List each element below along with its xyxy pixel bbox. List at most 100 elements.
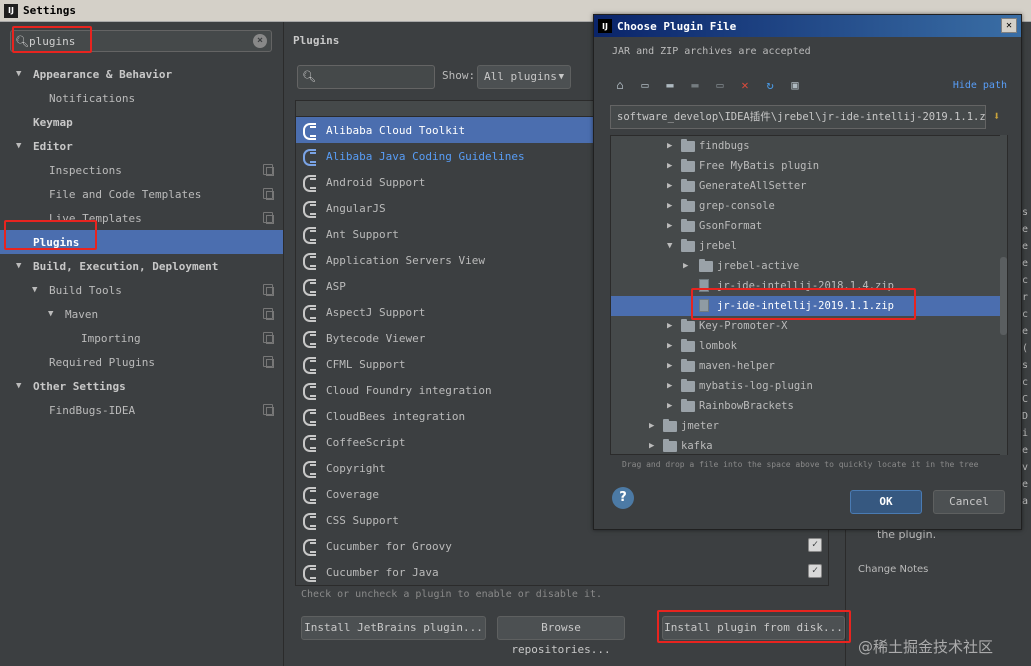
sidebar-item[interactable]: ▼ Appearance & Behavior	[0, 62, 283, 86]
show-hidden-icon[interactable]: ▣	[787, 77, 803, 93]
file-tree-folder[interactable]: ▶ mybatis-log-plugin	[611, 376, 1001, 396]
expand-arrow-icon[interactable]: ▼	[16, 69, 21, 79]
file-path-input[interactable]: software_develop\IDEA插件\jrebel\jr-ide-in…	[610, 105, 986, 129]
sidebar-item[interactable]: Importing	[0, 326, 283, 350]
project-icon[interactable]: ▬	[662, 77, 678, 93]
plugin-name: CFML Support	[326, 357, 406, 371]
home-icon[interactable]: ⌂	[612, 77, 628, 93]
sidebar-item-label: Editor	[33, 139, 73, 153]
plugin-name: CloudBees integration	[326, 409, 466, 423]
sidebar-item[interactable]: ▼ Maven	[0, 302, 283, 326]
expand-arrow-icon[interactable]: ▶	[649, 441, 654, 451]
plugin-name: ASP	[326, 279, 346, 293]
plugin-icon	[302, 564, 318, 582]
show-filter-value: All plugins	[484, 70, 557, 83]
file-tree-folder[interactable]: ▶ GsonFormat	[611, 216, 1001, 236]
drag-drop-hint: Drag and drop a file into the space abov…	[622, 460, 979, 469]
expand-arrow-icon[interactable]: ▶	[667, 221, 672, 231]
sidebar-item[interactable]: File and Code Templates	[0, 182, 283, 206]
expand-arrow-icon[interactable]: ▶	[667, 381, 672, 391]
desktop-icon[interactable]: ▭	[637, 77, 653, 93]
expand-arrow-icon[interactable]: ▼	[16, 141, 21, 151]
change-notes-label[interactable]: Change Notes	[858, 564, 928, 575]
dialog-title-bar: IJ Choose Plugin File ✕	[594, 15, 1021, 37]
project-settings-icon	[263, 284, 274, 296]
expand-arrow-icon[interactable]: ▼	[16, 261, 21, 271]
show-filter-select[interactable]: All plugins ▼	[477, 65, 571, 89]
sidebar-item[interactable]: ▼ Editor	[0, 134, 283, 158]
expand-arrow-icon[interactable]: ▶	[667, 401, 672, 411]
browse-repositories-button[interactable]: Browse repositories...	[497, 616, 625, 656]
plugin-row[interactable]: Cucumber for Java ✓	[296, 559, 828, 585]
folder-icon	[681, 339, 695, 352]
hide-path-link[interactable]: Hide path	[953, 80, 1007, 91]
expand-arrow-icon[interactable]: ▶	[667, 141, 672, 151]
expand-arrow-icon[interactable]: ▶	[667, 341, 672, 351]
plugin-icon	[302, 226, 318, 244]
expand-arrow-icon[interactable]: ▶	[649, 421, 654, 431]
plugin-icon	[302, 200, 318, 218]
refresh-icon[interactable]: ↻	[762, 77, 778, 93]
file-tree-folder[interactable]: ▶ Free MyBatis plugin	[611, 156, 1001, 176]
sidebar-item-label: Appearance & Behavior	[33, 67, 173, 81]
expand-arrow-icon[interactable]: ▼	[48, 309, 53, 319]
expand-arrow-icon[interactable]: ▶	[667, 321, 672, 331]
sidebar-item[interactable]: ▼ Build, Execution, Deployment	[0, 254, 283, 278]
expand-arrow-icon[interactable]: ▶	[667, 201, 672, 211]
sidebar-item[interactable]: ▼ Build Tools	[0, 278, 283, 302]
download-icon[interactable]: ⬇	[993, 109, 1005, 125]
file-tree-folder[interactable]: ▶ GenerateAllSetter	[611, 176, 1001, 196]
plugin-filter-input[interactable]: 🔍︎	[297, 65, 435, 89]
truncated-description-char: s	[1022, 207, 1029, 218]
module-icon[interactable]: ▬	[687, 77, 703, 93]
plugin-name: Alibaba Cloud Toolkit	[326, 123, 466, 137]
plugin-name: CoffeeScript	[326, 435, 406, 449]
new-folder-icon[interactable]: ▭	[712, 77, 728, 93]
intellij-logo-icon: IJ	[598, 19, 612, 33]
file-tree-folder[interactable]: ▶ kafka	[611, 436, 1001, 454]
folder-icon	[699, 259, 713, 272]
expand-arrow-icon[interactable]: ▶	[667, 161, 672, 171]
delete-icon[interactable]: ✕	[737, 77, 753, 93]
close-icon[interactable]: ✕	[1001, 18, 1017, 33]
folder-icon	[663, 439, 677, 452]
sidebar-item[interactable]: Required Plugins	[0, 350, 283, 374]
window-title: Settings	[23, 4, 76, 17]
folder-icon	[663, 419, 677, 432]
expand-arrow-icon[interactable]: ▶	[667, 361, 672, 371]
file-tree-folder[interactable]: ▼ jrebel	[611, 236, 1001, 256]
sidebar-item[interactable]: Keymap	[0, 110, 283, 134]
expand-arrow-icon[interactable]: ▶	[683, 261, 688, 271]
sidebar-item[interactable]: FindBugs-IDEA	[0, 398, 283, 422]
sidebar-item[interactable]: Notifications	[0, 86, 283, 110]
sidebar-item-label: Importing	[81, 331, 141, 345]
file-tree-folder[interactable]: ▶ RainbowBrackets	[611, 396, 1001, 416]
sidebar-item[interactable]: Inspections	[0, 158, 283, 182]
truncated-description-char: e	[1022, 258, 1029, 269]
expand-arrow-icon[interactable]: ▼	[32, 285, 37, 295]
project-settings-icon	[263, 212, 274, 224]
plugin-icon	[302, 460, 318, 478]
install-jetbrains-plugin-button[interactable]: Install JetBrains plugin...	[301, 616, 486, 640]
file-tree-label: GenerateAllSetter	[699, 180, 807, 192]
plugin-enabled-checkbox[interactable]: ✓	[808, 538, 822, 552]
scrollbar-thumb[interactable]	[1000, 257, 1007, 335]
sidebar-item[interactable]: ▼ Other Settings	[0, 374, 283, 398]
file-tree-folder[interactable]: ▶ lombok	[611, 336, 1001, 356]
clear-search-icon[interactable]: ×	[253, 34, 267, 48]
help-icon[interactable]: ?	[612, 487, 634, 509]
file-tree-folder[interactable]: ▶ grep-console	[611, 196, 1001, 216]
file-tree-folder[interactable]: ▶ jrebel-active	[611, 256, 1001, 276]
collapse-arrow-icon[interactable]: ▼	[667, 241, 672, 251]
file-tree-folder[interactable]: ▶ maven-helper	[611, 356, 1001, 376]
expand-arrow-icon[interactable]: ▶	[667, 181, 672, 191]
ok-button[interactable]: OK	[850, 490, 922, 514]
cancel-button[interactable]: Cancel	[933, 490, 1005, 514]
file-tree-label: findbugs	[699, 140, 750, 152]
expand-arrow-icon[interactable]: ▼	[16, 381, 21, 391]
plugin-enabled-checkbox[interactable]: ✓	[808, 564, 822, 578]
file-tree-folder[interactable]: ▶ findbugs	[611, 136, 1001, 156]
plugin-row[interactable]: Cucumber for Groovy ✓	[296, 533, 828, 559]
file-tree-folder[interactable]: ▶ jmeter	[611, 416, 1001, 436]
file-tree-scrollbar[interactable]	[1000, 135, 1007, 455]
